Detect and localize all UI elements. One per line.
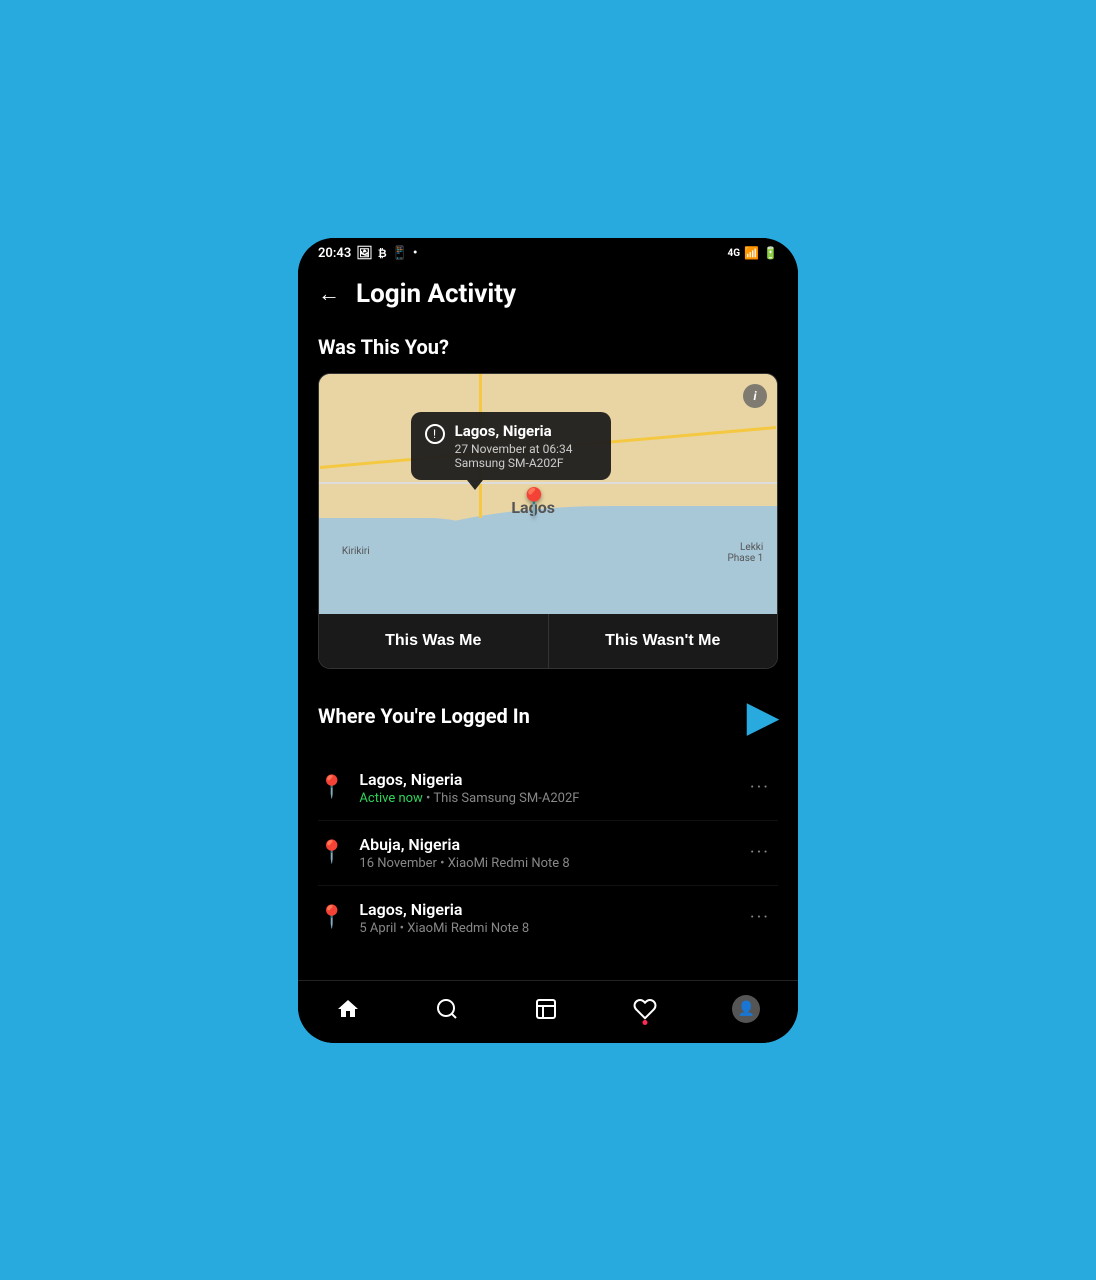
nav-inbox[interactable] [534, 997, 558, 1021]
map-road-3 [319, 482, 777, 484]
tooltip-location: Lagos, Nigeria [455, 422, 573, 440]
map-background: Lagos Kirikiri LekkiPhase 1 📍 ! Lagos, N… [319, 374, 777, 614]
more-options-2[interactable]: ··· [742, 838, 778, 867]
heart-icon [633, 997, 657, 1021]
login-info-3: Lagos, Nigeria 5 April • XiaoMi Redmi No… [359, 900, 727, 936]
map-area[interactable]: Lagos Kirikiri LekkiPhase 1 📍 ! Lagos, N… [319, 374, 777, 614]
battery-icon: 🔋 [763, 246, 778, 260]
signal-icon: 📶 [744, 246, 759, 260]
tooltip-content: Lagos, Nigeria 27 November at 06:34 Sams… [455, 422, 573, 470]
login-item: 📍 Abuja, Nigeria 16 November • XiaoMi Re… [318, 821, 778, 886]
this-was-me-button[interactable]: This Was Me [319, 614, 549, 668]
phone-frame: 20:43 🖼 ₿ 📱 • 4G 📶 🔋 ← Login Activity Wa… [298, 238, 798, 1043]
status-right: 4G 📶 🔋 [728, 246, 778, 260]
network-icon: 4G [728, 248, 741, 259]
logged-in-section: Where You're Logged In ▶ 📍 Lagos, Nigeri… [298, 669, 798, 950]
was-this-you-section: Was This You? Lagos Kirikiri LekkiPhase … [298, 325, 798, 669]
login-location-1: Lagos, Nigeria [359, 770, 727, 789]
nav-heart[interactable] [633, 997, 657, 1021]
map-info-button[interactable]: i [743, 384, 767, 408]
header: ← Login Activity [298, 265, 798, 325]
login-details-3: 5 April • XiaoMi Redmi Note 8 [359, 921, 727, 936]
login-location-2: Abuja, Nigeria [359, 835, 727, 854]
map-label-lekki: LekkiPhase 1 [727, 542, 763, 564]
page-title: Login Activity [356, 279, 516, 309]
map-tooltip: ! Lagos, Nigeria 27 November at 06:34 Sa… [411, 412, 611, 480]
status-bar: 20:43 🖼 ₿ 📱 • 4G 📶 🔋 [298, 238, 798, 265]
login-item: 📍 Lagos, Nigeria 5 April • XiaoMi Redmi … [318, 886, 778, 950]
login-info-1: Lagos, Nigeria Active now • This Samsung… [359, 770, 727, 806]
tooltip-date: 27 November at 06:34 [455, 442, 573, 456]
more-options-3[interactable]: ··· [742, 903, 778, 932]
map-container: Lagos Kirikiri LekkiPhase 1 📍 ! Lagos, N… [318, 373, 778, 669]
action-buttons: This Was Me This Wasn't Me [319, 614, 777, 668]
tooltip-warning-icon: ! [425, 424, 445, 444]
login-location-3: Lagos, Nigeria [359, 900, 727, 919]
nav-profile[interactable]: 👤 [732, 995, 760, 1023]
home-icon [336, 997, 360, 1021]
login-details-2: 16 November • XiaoMi Redmi Note 8 [359, 856, 727, 871]
bitcoin-icon: ₿ [378, 247, 387, 260]
separator-1: • This Samsung SM-A202F [426, 791, 579, 806]
this-wasnt-me-button[interactable]: This Wasn't Me [549, 614, 778, 668]
login-info-2: Abuja, Nigeria 16 November • XiaoMi Redm… [359, 835, 727, 871]
tiktok-cursor-icon: ▶ [747, 693, 778, 740]
map-pin: 📍 [517, 486, 552, 519]
back-button[interactable]: ← [318, 281, 340, 307]
map-label-kirikiri: Kirikiri [342, 546, 370, 557]
location-pin-icon-2: 📍 [318, 840, 345, 865]
dot-indicator: • [413, 246, 418, 261]
login-details-1: Active now • This Samsung SM-A202F [359, 791, 727, 806]
map-water-2 [319, 518, 502, 614]
whatsapp-icon: 📱 [392, 246, 408, 261]
status-left: 20:43 🖼 ₿ 📱 • [318, 246, 418, 261]
nav-search[interactable] [435, 997, 459, 1021]
was-this-you-title: Was This You? [318, 335, 778, 359]
logged-in-title-text: Where You're Logged In [318, 704, 530, 728]
search-icon [435, 997, 459, 1021]
more-options-1[interactable]: ··· [742, 773, 778, 802]
tooltip-device: Samsung SM-A202F [455, 456, 573, 470]
logged-in-title: Where You're Logged In ▶ [318, 693, 778, 740]
profile-avatar: 👤 [732, 995, 760, 1023]
active-now-status: Active now [359, 791, 422, 806]
login-item: 📍 Lagos, Nigeria Active now • This Samsu… [318, 756, 778, 821]
location-pin-icon-1: 📍 [318, 775, 345, 800]
photo-icon: 🖼 [356, 246, 373, 261]
status-time: 20:43 [318, 246, 351, 261]
bottom-nav: 👤 [298, 980, 798, 1043]
inbox-icon [534, 997, 558, 1021]
nav-home[interactable] [336, 997, 360, 1021]
location-pin-icon-3: 📍 [318, 905, 345, 930]
